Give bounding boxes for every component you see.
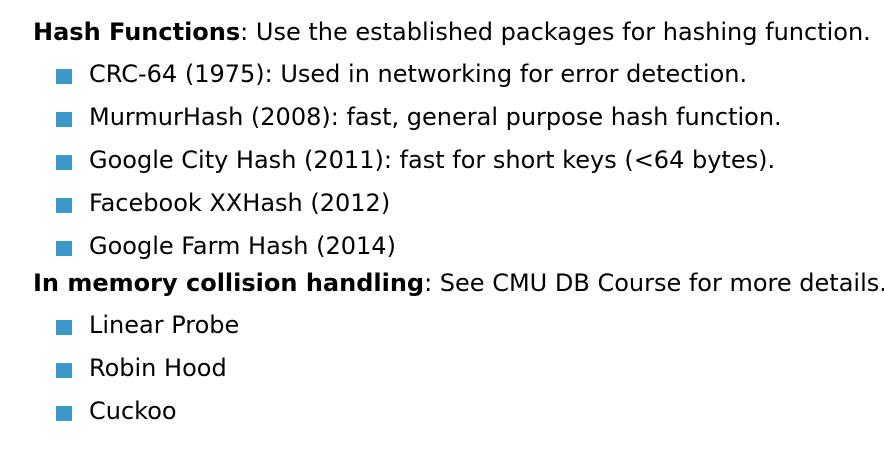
list-item: Google Farm Hash (2014) — [56, 219, 878, 262]
list-item-text: CRC-64 (1975): Used in networking for er… — [89, 60, 748, 88]
list-item: Robin Hood — [56, 341, 878, 384]
collision-handling-description: : See CMU DB Course for more details. — [424, 269, 884, 297]
list-item: Facebook XXHash (2012) — [56, 176, 878, 219]
square-bullet-icon — [56, 363, 72, 378]
list-item-text: Robin Hood — [89, 354, 227, 382]
square-bullet-icon — [56, 406, 72, 421]
hash-functions-list: CRC-64 (1975): Used in networking for er… — [56, 47, 878, 262]
list-item: MurmurHash (2008): fast, general purpose… — [56, 90, 878, 133]
list-item: CRC-64 (1975): Used in networking for er… — [56, 47, 878, 90]
list-item-text: Cuckoo — [89, 397, 177, 425]
hash-functions-description: : Use the established packages for hashi… — [240, 18, 871, 46]
hash-functions-term: Hash Functions — [33, 18, 241, 46]
list-item: Linear Probe — [56, 298, 878, 341]
hash-functions-heading: Hash Functions: Use the established pack… — [33, 17, 878, 47]
collision-handling-term: In memory collision handling — [33, 269, 425, 297]
collision-handling-heading: In memory collision handling: See CMU DB… — [33, 268, 884, 298]
list-item-text: MurmurHash (2008): fast, general purpose… — [89, 103, 782, 131]
square-bullet-icon — [56, 198, 72, 213]
collision-handling-list: Linear Probe Robin Hood Cuckoo — [56, 298, 878, 427]
square-bullet-icon — [56, 155, 72, 170]
list-item-text: Facebook XXHash (2012) — [89, 189, 391, 217]
list-item: Google City Hash (2011): fast for short … — [56, 133, 878, 176]
slide-content: Hash Functions: Use the established pack… — [33, 17, 884, 427]
square-bullet-icon — [56, 320, 72, 335]
square-bullet-icon — [56, 112, 72, 127]
list-item-text: Google Farm Hash (2014) — [89, 232, 396, 260]
list-item-text: Google City Hash (2011): fast for short … — [89, 146, 776, 174]
square-bullet-icon — [56, 241, 72, 256]
square-bullet-icon — [56, 69, 72, 84]
list-item: Cuckoo — [56, 384, 878, 427]
list-item-text: Linear Probe — [89, 311, 240, 339]
